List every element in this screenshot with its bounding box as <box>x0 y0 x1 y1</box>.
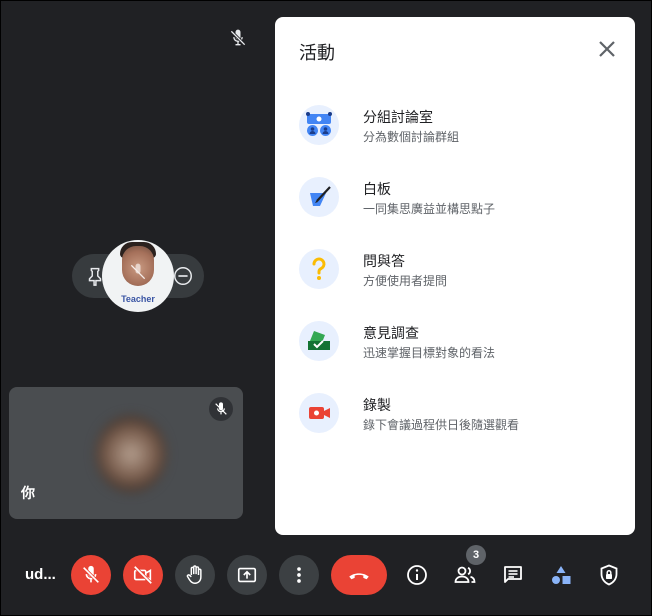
whiteboard-icon <box>299 177 339 217</box>
activity-title: 分組討論室 <box>363 109 433 125</box>
meeting-code[interactable]: ud... <box>25 566 56 583</box>
self-video-feed <box>95 415 167 493</box>
end-call-button[interactable] <box>331 555 387 595</box>
mic-off-icon <box>82 565 100 584</box>
chat-icon[interactable] <box>501 563 525 587</box>
present-screen-icon <box>237 567 257 583</box>
activity-subtitle: 迅速掌握目標對象的看法 <box>363 346 496 360</box>
activity-subtitle: 一同集思廣益並構思點子 <box>363 202 496 216</box>
more-options-icon <box>297 567 301 583</box>
activity-subtitle: 方便使用者提問 <box>363 274 448 288</box>
close-icon[interactable] <box>595 37 619 61</box>
panel-title: 活動 <box>299 43 335 63</box>
activities-icon[interactable] <box>549 563 573 587</box>
activity-title: 錄製 <box>363 397 391 413</box>
teacher-label: Teacher <box>121 294 155 304</box>
people-icon[interactable] <box>453 563 477 587</box>
camera-toggle-button[interactable] <box>123 555 163 595</box>
remove-icon[interactable] <box>172 265 194 287</box>
poll-icon <box>299 321 339 361</box>
participant-count-badge: 3 <box>466 545 486 565</box>
host-controls-icon[interactable] <box>597 563 621 587</box>
more-options-button[interactable] <box>279 555 319 595</box>
activity-recording[interactable]: 錄製 錄下會議過程供日後隨選觀看 <box>299 393 619 465</box>
activity-breakout-rooms[interactable]: 分組討論室 分為數個討論群組 <box>299 105 619 177</box>
activity-title: 白板 <box>363 181 391 197</box>
present-screen-button[interactable] <box>227 555 267 595</box>
raise-hand-button[interactable] <box>175 555 215 595</box>
recording-icon <box>299 393 339 433</box>
self-video-tile[interactable]: 你 <box>9 387 243 519</box>
breakout-rooms-icon <box>299 105 339 145</box>
end-call-icon <box>349 573 369 580</box>
teacher-avatar: Teacher <box>102 240 174 312</box>
activity-title: 問與答 <box>363 253 405 269</box>
self-mic-off-icon <box>209 397 233 421</box>
main-mic-off-icon <box>230 29 246 46</box>
self-name-label: 你 <box>21 485 35 501</box>
qa-icon <box>299 249 339 289</box>
raise-hand-icon <box>186 565 202 584</box>
activity-title: 意見調查 <box>363 325 419 341</box>
camera-off-icon <box>133 565 153 585</box>
activity-whiteboard[interactable]: 白板 一同集思廣益並構思點子 <box>299 177 619 249</box>
info-icon[interactable] <box>405 563 429 587</box>
activities-list: 分組討論室 分為數個討論群組 白板 一同集思廣益並構思點子 問與答 方便使用者提… <box>299 105 619 465</box>
activity-poll[interactable]: 意見調查 迅速掌握目標對象的看法 <box>299 321 619 393</box>
activities-panel: 活動 分組討論室 分為數個討論群組 白板 一同集思廣益並構思點子 問與答 方便使… <box>275 17 635 535</box>
activity-subtitle: 分為數個討論群組 <box>363 130 460 144</box>
activity-subtitle: 錄下會議過程供日後隨選觀看 <box>363 418 520 432</box>
mic-toggle-button[interactable] <box>71 555 111 595</box>
activity-qa[interactable]: 問與答 方便使用者提問 <box>299 249 619 321</box>
teacher-mic-off-icon <box>130 263 146 280</box>
